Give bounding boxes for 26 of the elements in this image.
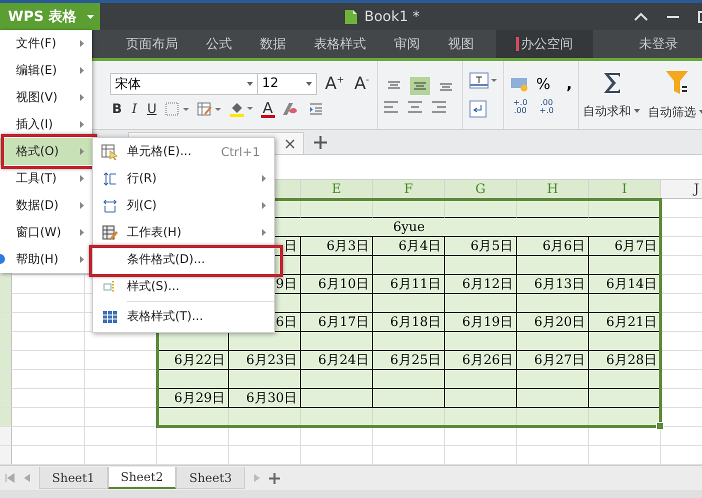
grid-cell: 6月23日 <box>229 351 301 370</box>
grid-cell: 6月21日 <box>589 313 661 332</box>
grid-cell: 6月11日 <box>373 275 445 294</box>
grid-cell: 6月27日 <box>517 351 589 370</box>
window-title: Book1 * <box>364 8 420 24</box>
grid-cell: 6月28日 <box>589 351 661 370</box>
grid-cell: 6月5日 <box>445 237 517 256</box>
grid-cell: 6月4日 <box>373 237 445 256</box>
grid-cell: 6月12日 <box>445 275 517 294</box>
grid-cell: 6月17日 <box>301 313 373 332</box>
grid-cell: 6月6日 <box>517 237 589 256</box>
grid-cell: 6月20日 <box>517 313 589 332</box>
grid-cell: 6月25日 <box>373 351 445 370</box>
shortcut-label: Ctrl+1 <box>220 144 260 158</box>
grid-cell: 6月22日 <box>157 351 229 370</box>
grid-cell: 6月14日 <box>589 275 661 294</box>
grid-cell: 6月19日 <box>445 313 517 332</box>
grid-cell: 6月7日 <box>589 237 661 256</box>
grid-cell: 6月26日 <box>445 351 517 370</box>
grid-cell: 6月29日 <box>157 389 229 408</box>
grid-cell: 6月3日 <box>301 237 373 256</box>
grid-cell: 6月18日 <box>373 313 445 332</box>
grid-cell: 6月13日 <box>517 275 589 294</box>
grid-cell: 6月24日 <box>301 351 373 370</box>
grid-cell: 6月10日 <box>301 275 373 294</box>
grid-cell: 6月30日 <box>229 389 301 408</box>
